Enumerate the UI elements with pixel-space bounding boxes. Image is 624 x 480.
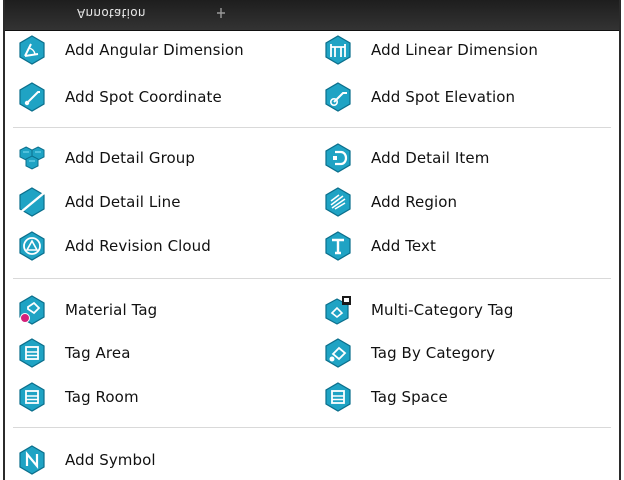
group-separator <box>13 427 611 428</box>
add-text-button[interactable]: Add Text <box>323 231 436 261</box>
item-label: Add Linear Dimension <box>371 41 538 59</box>
angular-dimension-icon <box>19 35 45 65</box>
item-label: Add Spot Elevation <box>371 88 516 106</box>
tag-space-button[interactable]: Tag Space <box>323 382 448 412</box>
tag-space-icon <box>325 382 351 412</box>
detail-item-icon <box>325 143 351 173</box>
item-label: Multi-Category Tag <box>371 301 514 319</box>
tag-by-category-icon <box>325 338 351 368</box>
region-icon <box>325 187 351 217</box>
add-spot-elevation-button[interactable]: Add Spot Elevation <box>323 82 515 112</box>
detail-line-icon <box>19 187 45 217</box>
annotation-panel: Annotation Add Angular Dimension Add Lin… <box>3 0 621 480</box>
item-label: Add Text <box>371 237 436 255</box>
add-region-button[interactable]: Add Region <box>323 187 457 217</box>
item-label: Material Tag <box>65 301 158 319</box>
multi-category-tag-icon <box>325 296 351 325</box>
add-revision-cloud-button[interactable]: Add Revision Cloud <box>17 231 211 261</box>
spot-coordinate-icon <box>19 82 45 112</box>
item-label: Add Region <box>371 193 458 211</box>
item-label: Add Symbol <box>65 451 156 469</box>
add-linear-dimension-button[interactable]: Add Linear Dimension <box>323 35 538 65</box>
item-label: Add Detail Group <box>65 149 196 167</box>
material-tag-button[interactable]: Material Tag <box>17 295 157 325</box>
item-label: Add Revision Cloud <box>65 237 211 255</box>
spot-elevation-icon <box>325 82 351 112</box>
item-label: Tag Space <box>371 388 448 406</box>
detail-group-icon <box>19 146 45 170</box>
panel-title: Annotation <box>77 6 146 20</box>
tag-room-button[interactable]: Tag Room <box>17 382 139 412</box>
add-detail-group-button[interactable]: Add Detail Group <box>17 143 195 173</box>
add-spot-coordinate-button[interactable]: Add Spot Coordinate <box>17 82 222 112</box>
item-label: Add Angular Dimension <box>65 41 244 59</box>
item-label: Tag By Category <box>371 344 496 362</box>
add-angular-dimension-button[interactable]: Add Angular Dimension <box>17 35 244 65</box>
item-label: Add Detail Line <box>65 193 181 211</box>
item-label: Tag Room <box>65 388 139 406</box>
material-tag-icon <box>19 295 45 325</box>
text-icon <box>325 231 351 261</box>
revision-cloud-icon <box>19 231 45 261</box>
tag-area-button[interactable]: Tag Area <box>17 338 130 368</box>
tag-area-icon <box>19 338 45 368</box>
multi-category-tag-button[interactable]: Multi-Category Tag <box>323 295 514 325</box>
linear-dimension-icon <box>325 35 351 65</box>
symbol-icon <box>19 445 45 475</box>
item-label: Tag Area <box>65 344 131 362</box>
pin-icon[interactable] <box>215 7 227 19</box>
add-detail-item-button[interactable]: Add Detail Item <box>323 143 489 173</box>
panel-titlebar[interactable]: Annotation <box>5 0 619 31</box>
add-symbol-button[interactable]: Add Symbol <box>17 445 156 475</box>
group-separator <box>13 278 611 279</box>
tag-room-icon <box>19 382 45 412</box>
item-label: Add Spot Coordinate <box>65 88 222 106</box>
group-separator <box>13 127 611 128</box>
tag-by-category-button[interactable]: Tag By Category <box>323 338 495 368</box>
add-detail-line-button[interactable]: Add Detail Line <box>17 187 181 217</box>
item-label: Add Detail Item <box>371 149 490 167</box>
